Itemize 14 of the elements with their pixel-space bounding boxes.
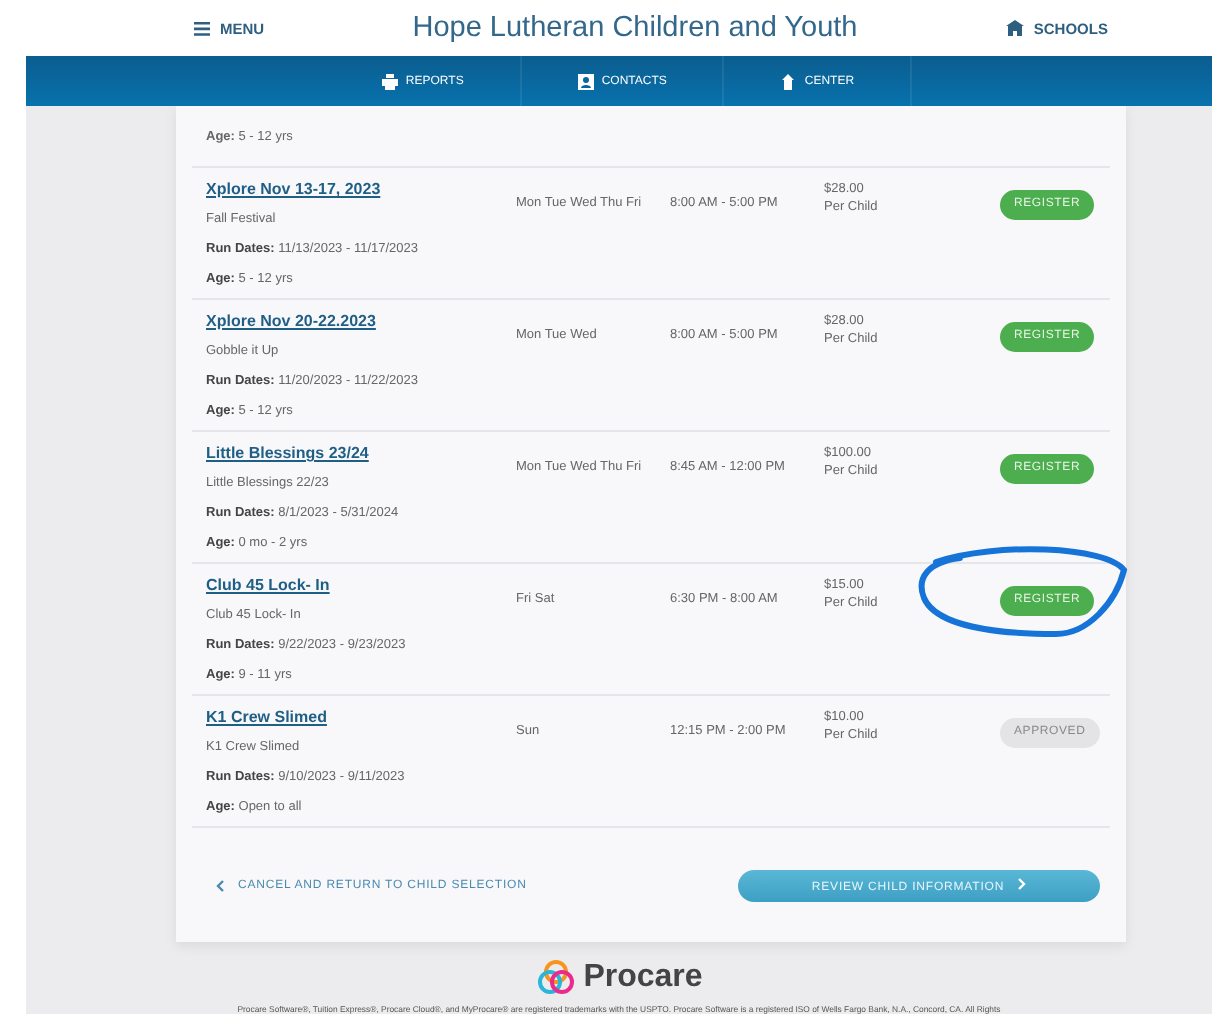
program-link[interactable]: K1 Crew Slimed — [206, 708, 327, 726]
school-icon — [1005, 20, 1024, 36]
printer-icon — [381, 73, 398, 89]
brand-name: Procare — [583, 960, 703, 996]
chevron-left-icon — [216, 880, 224, 892]
page-title: Hope Lutheran Children and Youth — [412, 12, 858, 44]
program-link[interactable]: Little Blessings 23/24 — [206, 444, 369, 462]
program-link[interactable]: Club 45 Lock- In — [206, 576, 330, 594]
program-link[interactable]: Xplore Nov 20-22.2023 — [206, 312, 376, 330]
procare-logo-icon — [535, 958, 576, 998]
contact-icon — [577, 73, 594, 89]
program-link[interactable]: Xplore Nov 13-17, 2023 — [206, 180, 381, 198]
chevron-right-icon — [1018, 878, 1027, 890]
menu-icon — [194, 21, 210, 35]
